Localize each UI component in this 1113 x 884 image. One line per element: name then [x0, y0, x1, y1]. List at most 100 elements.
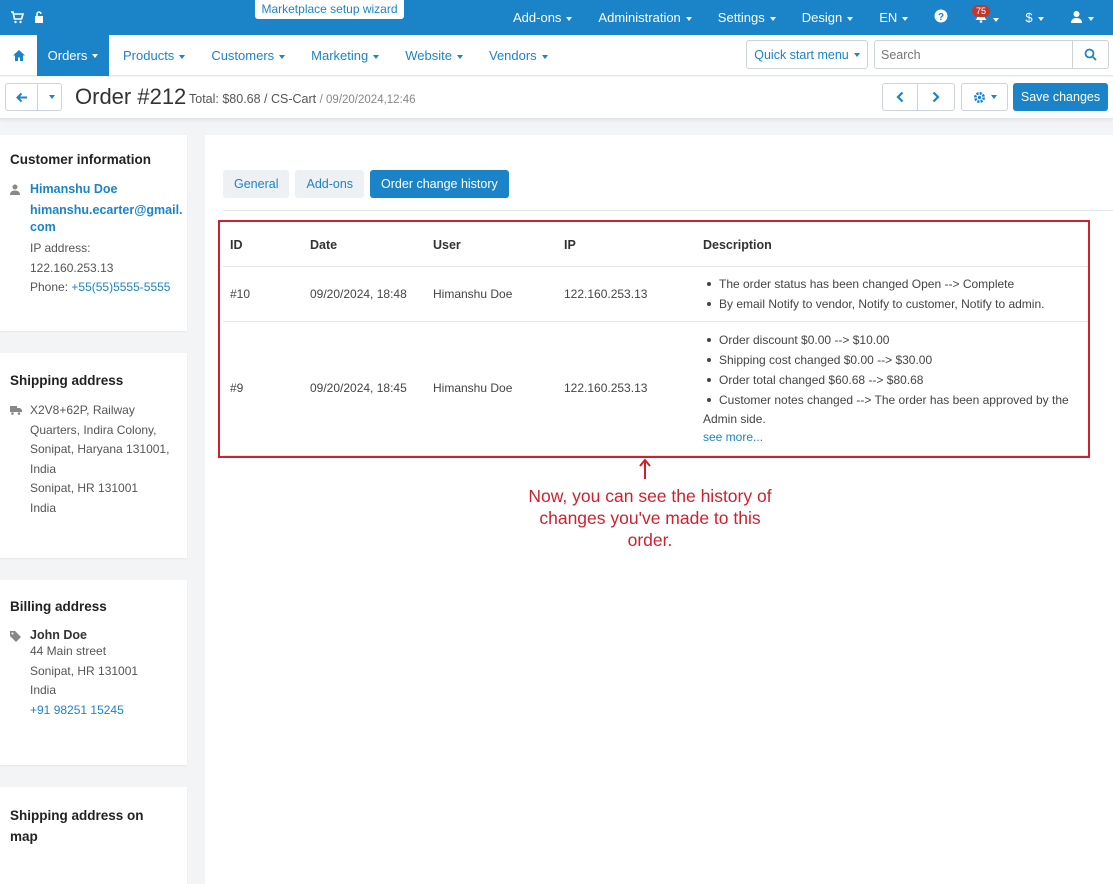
svg-text:?: ?	[938, 12, 944, 23]
shipping-address-details: X2V8+62P, Railway Quarters, Indira Colon…	[10, 401, 177, 518]
marketplace-wizard-button[interactable]: Marketplace setup wizard	[254, 0, 405, 20]
menu-design-label: Design	[801, 10, 843, 25]
menu-administration[interactable]: Administration	[585, 10, 704, 25]
shipping-line: India	[30, 461, 57, 476]
phone-label: Phone:	[30, 280, 69, 294]
shipping-map-heading-line-1: Shipping address on	[10, 808, 144, 823]
col-description-header: Description	[703, 225, 1089, 267]
nav-orders[interactable]: Orders	[37, 35, 109, 76]
customer-email-link[interactable]: himanshu.ecarter@gmail. com	[30, 202, 183, 236]
chevron-down-icon	[990, 95, 997, 99]
billing-line: 44 Main street	[30, 644, 107, 658]
chevron-down-icon	[279, 54, 286, 59]
chevron-down-icon	[373, 54, 380, 59]
order-summary: Total: $80.68 / CS-Cart / 09/20/2024,12:…	[189, 92, 416, 106]
table-header-row: ID Date User IP Description	[223, 225, 1089, 267]
billing-phone-link[interactable]: +91 98251 15245	[30, 701, 138, 721]
search-icon[interactable]	[1072, 40, 1109, 69]
lock-icon[interactable]	[32, 10, 46, 24]
customer-name-link[interactable]: Himanshu Doe	[30, 181, 183, 198]
nav-customers[interactable]: Customers	[198, 48, 298, 63]
shipping-map-heading: Shipping address on map	[10, 805, 177, 847]
customer-info-heading: Customer information	[10, 152, 152, 167]
shipping-map-card: Shipping address on map	[0, 787, 187, 884]
change-list: Order discount $0.00 --> $10.00 Shipping…	[703, 330, 1089, 410]
help-icon[interactable]: ?	[921, 9, 961, 26]
nav-vendors-label: Vendors	[488, 48, 537, 63]
previous-order-button[interactable]	[882, 83, 918, 111]
gear-icon[interactable]	[961, 83, 1008, 111]
chevron-down-icon	[566, 16, 573, 21]
menu-settings[interactable]: Settings	[705, 10, 789, 25]
chevron-right-icon	[932, 91, 940, 103]
tag-icon	[10, 628, 30, 720]
tab-general[interactable]: General	[223, 170, 290, 198]
chevron-down-icon	[853, 52, 860, 57]
customer-details: Himanshu Doe himanshu.ecarter@gmail. com…	[10, 181, 183, 298]
billing-line: India	[30, 683, 57, 697]
row-description: Order discount $0.00 --> $10.00 Shipping…	[703, 321, 1089, 456]
chevron-down-icon	[92, 53, 99, 58]
phone-link[interactable]: +55(55)5555-5555	[71, 280, 170, 294]
home-icon[interactable]	[0, 35, 37, 76]
ip-label: IP address:	[30, 241, 91, 255]
truck-icon	[10, 401, 30, 518]
chevron-left-icon	[896, 91, 904, 103]
chevron-down-icon	[993, 17, 1000, 22]
save-changes-button[interactable]: Save changes	[1013, 83, 1108, 111]
menu-language-label: EN	[879, 10, 898, 25]
menu-addons[interactable]: Add-ons	[500, 10, 585, 25]
billing-address-card: Billing address John Doe 44 Main street …	[0, 580, 187, 765]
arrow-left-icon	[15, 92, 27, 102]
nav-products-label: Products	[123, 48, 175, 63]
nav-orders-label: Orders	[47, 48, 88, 63]
order-tabs: General Add-ons Order change history	[223, 170, 515, 198]
cart-icon[interactable]	[10, 10, 25, 24]
change-item: Order total changed $60.68 --> $80.68	[703, 370, 1089, 390]
page-title: Order #212	[75, 84, 187, 109]
quick-start-label: Quick start menu	[754, 47, 849, 62]
user-icon[interactable]	[1057, 10, 1107, 26]
row-date: 09/20/2024, 18:48	[310, 266, 433, 322]
billing-name: John Doe	[30, 628, 87, 642]
nav-website[interactable]: Website	[392, 48, 476, 63]
change-item: Order discount $0.00 --> $10.00	[703, 330, 1089, 350]
annotation-line: Now, you can see the history of	[528, 486, 772, 506]
person-icon	[10, 181, 30, 298]
menu-currency[interactable]: $	[1012, 10, 1056, 25]
change-item: The order status has been changed Open -…	[703, 274, 1089, 294]
row-id: #9	[223, 321, 310, 456]
top-left-icons	[10, 10, 46, 24]
nav-vendors[interactable]: Vendors	[476, 48, 561, 63]
table-row: #10 09/20/2024, 18:48 Himanshu Doe 122.1…	[223, 266, 1089, 322]
tab-addons[interactable]: Add-ons	[295, 170, 365, 198]
row-description: The order status has been changed Open -…	[703, 266, 1089, 322]
change-item: By email Notify to vendor, Notify to cus…	[703, 294, 1089, 314]
table-row: #9 09/20/2024, 18:45 Himanshu Doe 122.16…	[223, 321, 1089, 456]
order-history-table: ID Date User IP Description #10 09/20/20…	[223, 225, 1089, 456]
nav-website-label: Website	[405, 48, 452, 63]
nav-marketing-label: Marketing	[311, 48, 369, 63]
menu-design[interactable]: Design	[789, 10, 866, 25]
top-bar: Marketplace setup wizard Add-ons Adminis…	[0, 0, 1113, 35]
back-dropdown-button[interactable]	[37, 83, 62, 111]
chevron-down-icon	[1087, 17, 1094, 22]
tab-order-change-history[interactable]: Order change history	[370, 170, 509, 198]
customer-info-card: Customer information Himanshu Doe himans…	[0, 135, 187, 331]
see-more-link[interactable]: see more...	[703, 428, 1089, 446]
annotation-line: order.	[627, 530, 673, 550]
col-date-header: Date	[310, 225, 433, 267]
search-input[interactable]	[874, 40, 1073, 69]
row-user: Himanshu Doe	[433, 321, 564, 456]
change-item: Customer notes changed --> The order has…	[703, 390, 1089, 410]
quick-start-menu-button[interactable]: Quick start menu	[746, 40, 868, 69]
row-id: #10	[223, 266, 310, 322]
next-order-button[interactable]	[917, 83, 955, 111]
row-ip: 122.160.253.13	[564, 321, 703, 456]
shipping-line: India	[30, 500, 57, 515]
nav-products[interactable]: Products	[110, 48, 198, 63]
nav-marketing[interactable]: Marketing	[298, 48, 392, 63]
order-date: / 09/20/2024,12:46	[319, 94, 416, 106]
menu-language[interactable]: EN	[866, 10, 921, 25]
back-button[interactable]	[5, 83, 38, 111]
